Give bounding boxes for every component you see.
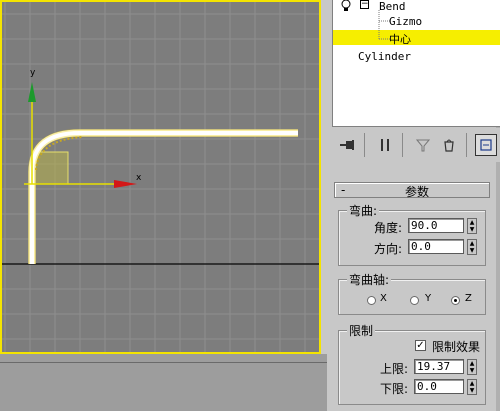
upper-limit-label: 上限:	[380, 362, 409, 376]
bent-cylinder	[30, 130, 298, 264]
axis-z-radio[interactable]	[451, 296, 460, 305]
limit-effect-checkbox[interactable]: ✓	[415, 340, 426, 351]
parameters-rollout-header[interactable]: - 参数	[334, 182, 490, 199]
pause-bars-icon[interactable]	[374, 134, 396, 156]
direction-label: 方向:	[374, 242, 403, 256]
viewport-grid	[2, 2, 319, 352]
viewport[interactable]: y x	[0, 0, 321, 354]
upper-limit-spinner[interactable]: ▲ ▼	[467, 359, 477, 375]
x-axis-label: x	[136, 173, 142, 183]
tree-item-cylinder[interactable]: Cylinder	[358, 50, 411, 63]
lower-limit-input[interactable]: 0.0	[414, 379, 464, 394]
funnel-icon[interactable]	[412, 134, 434, 156]
rollout-title: 参数	[405, 185, 430, 199]
pin-icon[interactable]	[337, 134, 359, 156]
modifier-stack[interactable]: − Bend Gizmo 中心 Cylinder	[332, 0, 500, 127]
bottom-divider	[0, 362, 327, 363]
x-axis-arrow	[114, 180, 137, 188]
bend-group-title: 弯曲:	[347, 202, 380, 219]
bucket-icon[interactable]	[438, 134, 460, 156]
stack-toolbar	[332, 128, 500, 162]
axis-x-label: X	[380, 293, 387, 304]
upper-limit-input[interactable]: 19.37	[414, 359, 464, 374]
tree-item-gizmo[interactable]: Gizmo	[389, 15, 422, 28]
tree-item-center[interactable]: 中心	[389, 31, 411, 47]
direction-spinner[interactable]: ▲ ▼	[467, 239, 477, 255]
angle-spinner[interactable]: ▲ ▼	[467, 218, 477, 234]
angle-label: 角度:	[374, 221, 403, 235]
y-axis-arrow	[28, 82, 36, 102]
limit-effect-label: 限制效果	[432, 340, 481, 354]
axis-y-radio[interactable]	[410, 296, 419, 305]
tree-selection-highlight	[333, 30, 500, 45]
angle-input[interactable]: 90.0	[408, 218, 464, 233]
lower-limit-label: 下限:	[380, 382, 409, 396]
collapse-toggle[interactable]: −	[360, 0, 369, 9]
lower-limit-spinner[interactable]: ▲ ▼	[467, 379, 477, 395]
axis-x-radio[interactable]	[367, 296, 376, 305]
bend-axis-group-title: 弯曲轴:	[347, 271, 392, 288]
direction-input[interactable]: 0.0	[408, 239, 464, 254]
collapse-sign: -	[341, 183, 346, 197]
configure-icon[interactable]	[475, 134, 497, 156]
axis-y-label: Y	[425, 293, 432, 304]
y-axis-label: y	[30, 68, 36, 78]
limit-group-title: 限制	[347, 322, 376, 339]
axis-z-label: Z	[465, 293, 472, 304]
